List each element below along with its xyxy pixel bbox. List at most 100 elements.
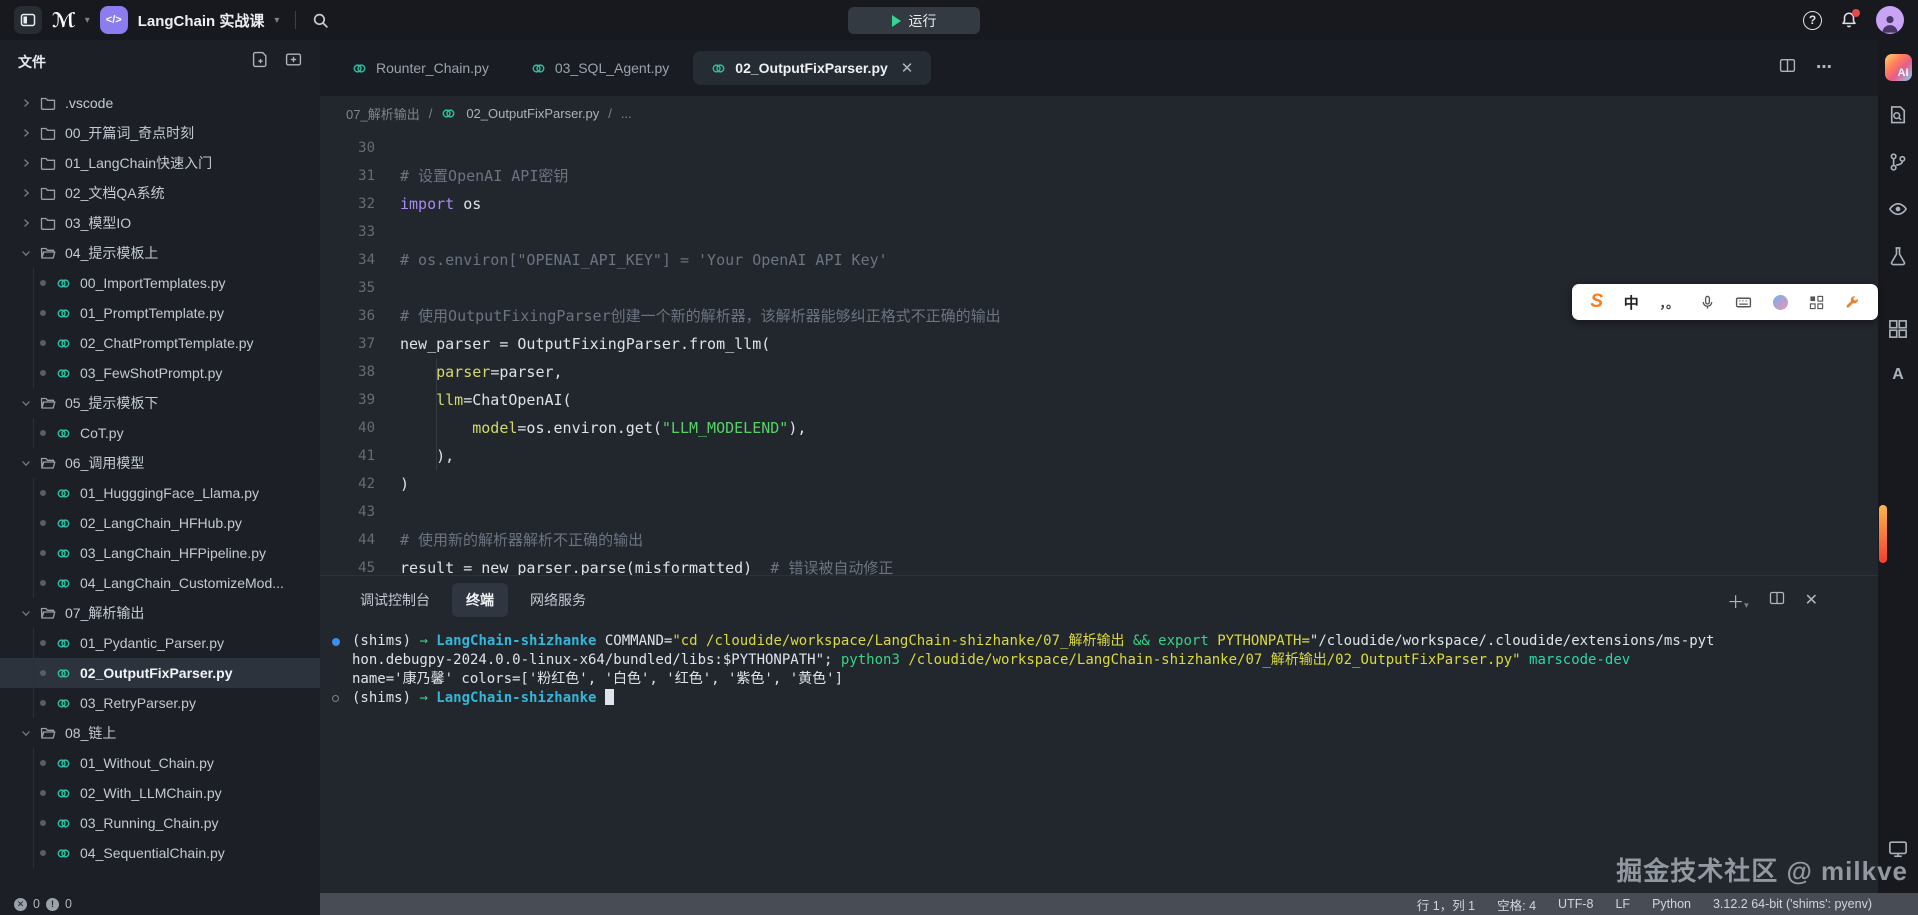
tree-file[interactable]: 03_LangChain_HFPipeline.py	[0, 538, 320, 568]
project-badge[interactable]: </>	[100, 6, 128, 34]
line-number: 31	[320, 168, 375, 184]
status-indentation[interactable]: 空格: 4	[1497, 895, 1536, 914]
sidebar-toggle-button[interactable]	[14, 6, 42, 34]
folder-open-icon	[40, 245, 57, 261]
editor-tab[interactable]: 03_SQL_Agent.py	[513, 51, 687, 85]
tree-file[interactable]: 03_Running_Chain.py	[0, 808, 320, 838]
code-segment: os	[454, 195, 481, 213]
panel-tab[interactable]: 网络服务	[516, 583, 600, 617]
search-icon[interactable]	[312, 12, 329, 29]
tree-folder[interactable]: 01_LangChain快速入门	[0, 148, 320, 178]
tree-folder[interactable]: 02_文档QA系统	[0, 178, 320, 208]
chevron-right-icon	[20, 127, 34, 139]
tree-file[interactable]: 03_FewShotPrompt.py	[0, 358, 320, 388]
tree-folder[interactable]: 00_开篇词_奇点时刻	[0, 118, 320, 148]
panel-tab[interactable]: 终端	[452, 583, 508, 617]
new-folder-icon[interactable]	[285, 51, 302, 73]
skin-icon[interactable]	[1773, 295, 1788, 310]
run-button[interactable]: 运行	[848, 7, 980, 34]
chevron-down-icon[interactable]: ▾	[85, 15, 90, 26]
terminal-segment: (shims)	[352, 690, 419, 706]
tree-file[interactable]: 04_SequentialChain.py	[0, 838, 320, 868]
editor-tab[interactable]: Rounter_Chain.py	[334, 51, 507, 85]
bell-icon[interactable]	[1840, 11, 1858, 29]
tree-folder[interactable]: 08_链上	[0, 718, 320, 748]
split-panel-icon[interactable]	[1769, 590, 1785, 611]
source-control-icon[interactable]	[1888, 152, 1908, 172]
terminal-text: (shims) → LangChain-shizhanke	[352, 689, 614, 708]
more-actions-icon[interactable]: ⋯	[1816, 57, 1832, 79]
editor-tab[interactable]: 02_OutputFixParser.py✕	[693, 51, 931, 85]
marscode-logo[interactable]: ℳ	[52, 8, 75, 33]
errors-icon: ✕	[14, 898, 27, 911]
tree-file[interactable]: 01_PromptTemplate.py	[0, 298, 320, 328]
indent-guide	[436, 442, 437, 470]
split-editor-icon[interactable]	[1779, 57, 1796, 79]
tree-file[interactable]: 01_Without_Chain.py	[0, 748, 320, 778]
tree-file[interactable]: 02_ChatPromptTemplate.py	[0, 328, 320, 358]
punctuation-icon[interactable]: ，。	[1660, 293, 1680, 312]
panel-tab[interactable]: 调试控制台	[346, 583, 444, 617]
status-language-mode[interactable]: Python	[1652, 897, 1691, 911]
translate-icon[interactable]: A	[1892, 366, 1904, 384]
line-number: 43	[320, 504, 375, 520]
scrollbar-mark[interactable]	[1879, 505, 1887, 563]
chinese-mode-icon[interactable]: 中	[1624, 292, 1639, 313]
breadcrumb-more[interactable]: ...	[621, 106, 632, 121]
grid-icon[interactable]	[1809, 295, 1824, 310]
tree-file[interactable]: 02_With_LLMChain.py	[0, 778, 320, 808]
extensions-icon[interactable]	[1888, 319, 1908, 339]
file-search-icon[interactable]	[1888, 105, 1908, 125]
status-bar: ✕ 0 ! 0 行 1，列 1 空格: 4 UTF-8 LF Python 3.12.2 …	[0, 893, 1918, 915]
chevron-down-icon[interactable]: ▾	[274, 15, 279, 26]
tree-folder[interactable]: 05_提示模板下	[0, 388, 320, 418]
breadcrumb-folder[interactable]: 07_解析输出	[346, 104, 420, 123]
new-terminal-icon[interactable]: ＋▾	[1727, 588, 1749, 613]
problems-section[interactable]: ✕ 0 ! 0	[0, 893, 320, 915]
tree-file[interactable]: 02_OutputFixParser.py	[0, 658, 320, 688]
tree-folder[interactable]: 03_模型IO	[0, 208, 320, 238]
tree-folder[interactable]: 07_解析输出	[0, 598, 320, 628]
status-python-interpreter[interactable]: 3.12.2 64-bit ('shims': pyenv)	[1713, 897, 1872, 911]
status-eol[interactable]: LF	[1615, 897, 1630, 911]
terminal-segment: marscode-dev	[1529, 652, 1630, 668]
close-panel-icon[interactable]: ✕	[1805, 590, 1818, 610]
tree-folder[interactable]: .vscode	[0, 88, 320, 118]
code-segment: model	[472, 419, 517, 437]
tree-item-label: 05_提示模板下	[65, 393, 158, 413]
new-file-icon[interactable]	[252, 51, 269, 73]
tree-folder[interactable]: 06_调用模型	[0, 448, 320, 478]
sogou-logo[interactable]: S	[1590, 291, 1603, 313]
tree-file[interactable]: 03_RetryParser.py	[0, 688, 320, 718]
avatar[interactable]	[1876, 6, 1904, 34]
status-encoding[interactable]: UTF-8	[1558, 897, 1593, 911]
tree-file[interactable]: 04_LangChain_CustomizeMod...	[0, 568, 320, 598]
wrench-icon[interactable]	[1845, 295, 1860, 310]
notification-dot	[1852, 9, 1860, 17]
status-cursor-position[interactable]: 行 1，列 1	[1417, 895, 1475, 914]
file-status-dot	[40, 310, 46, 316]
close-icon[interactable]: ✕	[901, 59, 914, 77]
help-icon[interactable]: ?	[1803, 11, 1822, 30]
breadcrumb-file[interactable]: 02_OutputFixParser.py	[466, 106, 599, 121]
tree-folder[interactable]: 04_提示模板上	[0, 238, 320, 268]
microphone-icon[interactable]	[1700, 295, 1715, 310]
tree-file[interactable]: 02_LangChain_HFHub.py	[0, 508, 320, 538]
tree-file[interactable]: 00_ImportTemplates.py	[0, 268, 320, 298]
eye-icon[interactable]	[1888, 199, 1908, 219]
terminal-segment: LangChain-shizhanke	[436, 690, 605, 706]
ai-badge[interactable]: AI	[1885, 54, 1912, 81]
code-editor[interactable]: 3031# 设置OpenAI API密钥32import os3334# os.…	[320, 130, 1878, 575]
tree-file[interactable]: 01_HugggingFace_Llama.py	[0, 478, 320, 508]
code-segment: parser	[436, 363, 490, 381]
tree-file[interactable]: 01_Pydantic_Parser.py	[0, 628, 320, 658]
beaker-icon[interactable]	[1888, 246, 1908, 266]
project-name[interactable]: LangChain 实战课	[138, 10, 265, 31]
chevron-down-icon	[20, 247, 34, 259]
langchain-file-icon	[56, 276, 72, 291]
tree-item-label: 01_Pydantic_Parser.py	[80, 635, 224, 651]
line-number: 42	[320, 476, 375, 492]
line-number: 41	[320, 448, 375, 464]
tree-file[interactable]: CoT.py	[0, 418, 320, 448]
keyboard-icon[interactable]	[1735, 294, 1752, 311]
